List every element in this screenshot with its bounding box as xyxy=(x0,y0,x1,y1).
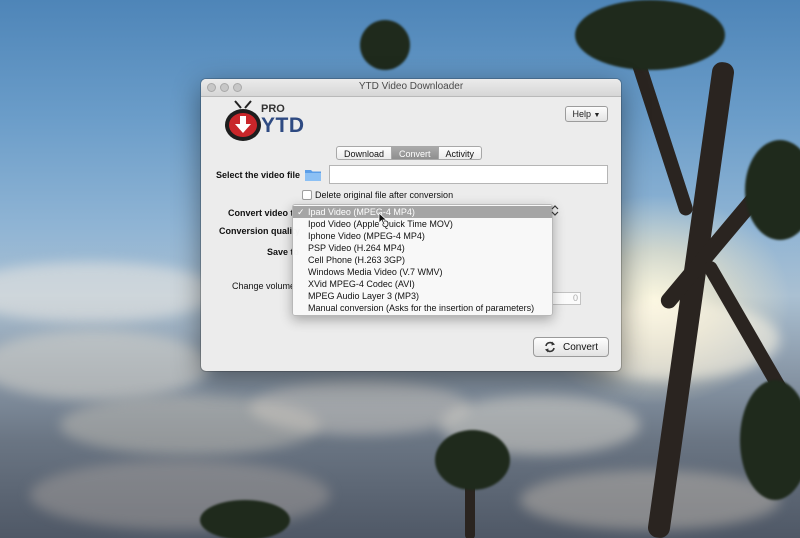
refresh-arrows-icon xyxy=(544,341,555,353)
cloud xyxy=(0,262,220,322)
menu-item[interactable]: Iphone Video (MPEG-4 MP4) xyxy=(293,230,552,242)
tab-convert[interactable]: Convert xyxy=(392,146,439,160)
conversion-quality-label: Conversion quality xyxy=(219,226,301,236)
menu-item[interactable]: MPEG Audio Layer 3 (MP3) xyxy=(293,290,552,302)
menu-item[interactable]: ✓ Ipad Video (MPEG-4 MP4) xyxy=(293,206,552,218)
delete-original-checkbox[interactable] xyxy=(302,190,312,200)
up-down-chevron-icon[interactable] xyxy=(551,205,559,216)
menu-item-label: MPEG Audio Layer 3 (MP3) xyxy=(308,291,420,301)
menu-item-label: Cell Phone (H.263 3GP) xyxy=(308,255,406,265)
folder-icon[interactable] xyxy=(304,167,322,182)
small-tree-foliage xyxy=(200,500,290,538)
tab-activity[interactable]: Activity xyxy=(438,146,483,160)
convert-button-label: Convert xyxy=(562,341,598,353)
cloud xyxy=(250,380,470,435)
tab-bar: Download Convert Activity xyxy=(336,146,483,160)
menu-item-label: XVid MPEG-4 Codec (AVI) xyxy=(308,279,415,289)
menu-item-label: PSP Video (H.264 MP4) xyxy=(308,243,405,253)
file-path-field[interactable] xyxy=(329,165,608,184)
menu-item[interactable]: Manual conversion (Asks for the insertio… xyxy=(293,302,552,314)
menu-item[interactable]: PSP Video (H.264 MP4) xyxy=(293,242,552,254)
title-bar[interactable]: YTD Video Downloader xyxy=(201,79,621,97)
tv-logo-icon xyxy=(225,100,261,141)
format-dropdown-menu[interactable]: ✓ Ipad Video (MPEG-4 MP4) Ipod Video (Ap… xyxy=(292,204,553,316)
menu-item[interactable]: Cell Phone (H.263 3GP) xyxy=(293,254,552,266)
joshua-tree-foliage xyxy=(575,0,725,70)
window-title: YTD Video Downloader xyxy=(358,81,464,92)
help-button[interactable]: Help ▼ xyxy=(565,106,608,122)
menu-item-label: Windows Media Video (V.7 WMV) xyxy=(308,267,443,277)
triangle-down-icon: ▼ xyxy=(593,112,601,119)
menu-item[interactable]: XVid MPEG-4 Codec (AVI) xyxy=(293,278,552,290)
logo-ytd-text: YTD xyxy=(261,114,305,137)
convert-to-label: Convert video to xyxy=(228,208,300,218)
joshua-tree-foliage xyxy=(745,140,800,240)
menu-item-label: Iphone Video (MPEG-4 MP4) xyxy=(308,231,425,241)
convert-button[interactable]: Convert xyxy=(533,337,609,357)
select-file-label: Select the video file xyxy=(216,170,301,180)
joshua-tree-foliage xyxy=(360,20,410,70)
delete-original-label: Delete original file after conversion xyxy=(315,190,454,200)
change-volume-label: Change volume xyxy=(232,281,296,291)
help-button-label: Help xyxy=(572,109,592,119)
volume-field[interactable]: 0 xyxy=(550,292,581,305)
mouse-pointer-icon xyxy=(378,212,388,226)
small-tree-foliage xyxy=(435,430,510,490)
menu-item[interactable]: Ipod Video (Apple Quick Time MOV) xyxy=(293,218,552,230)
cloud xyxy=(0,330,210,400)
menu-item-label: Manual conversion (Asks for the insertio… xyxy=(308,303,535,313)
menu-item-label: Ipad Video (MPEG-4 MP4) xyxy=(308,207,415,217)
menu-item[interactable]: Windows Media Video (V.7 WMV) xyxy=(293,266,552,278)
checkmark-icon: ✓ xyxy=(297,207,305,217)
tab-download[interactable]: Download xyxy=(336,146,393,160)
